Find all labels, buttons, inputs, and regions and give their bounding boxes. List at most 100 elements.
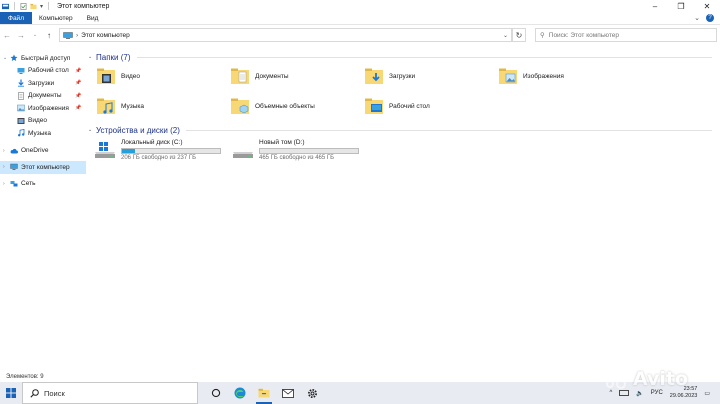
back-arrow-icon[interactable]: ← [3, 31, 11, 40]
collapse-chevron-icon[interactable]: ⌄ [88, 54, 96, 60]
tab-file[interactable]: Файл [0, 12, 32, 24]
task-view-icon [211, 388, 221, 398]
folder-icon [499, 68, 517, 84]
star-icon [10, 54, 18, 62]
status-bar: Элементов: 9 [0, 372, 720, 382]
nav-network[interactable]: › Сеть [0, 178, 86, 191]
clock-date: 29.06.2023 [669, 393, 698, 399]
drive-usage-bar [121, 147, 221, 154]
folder-3d-objects[interactable]: Объемные объекты [230, 95, 364, 117]
content-area: ⌄ Папки (7) Видео Документы Загрузки Изобра… [88, 52, 720, 161]
expand-chevron-icon[interactable]: › [3, 181, 5, 187]
help-icon[interactable]: ? [706, 14, 714, 22]
pin-icon[interactable]: 📌 [75, 93, 81, 99]
separator [14, 2, 15, 10]
nav-quick-access[interactable]: ⌄ Быстрый доступ [0, 52, 86, 65]
system-tray: ^ 🔈 РУС 23:57 29.06.2023 ▭ [609, 386, 720, 400]
language-indicator[interactable]: РУС [651, 390, 663, 396]
pin-icon[interactable]: 📌 [75, 105, 81, 111]
recent-locations-icon[interactable]: ⌄ [31, 32, 39, 38]
item-count: Элементов: 9 [6, 374, 44, 380]
folders-grid: Видео Документы Загрузки Изображения Музыка О… [96, 65, 720, 117]
address-dropdown-icon[interactable]: ⌄ [503, 32, 508, 39]
tab-computer[interactable]: Компьютер [32, 12, 80, 24]
this-pc-icon [10, 164, 18, 171]
tab-view[interactable]: Вид [80, 12, 106, 24]
maximize-button[interactable]: ❐ [668, 0, 694, 12]
drive-name: Новый том (D:) [259, 139, 305, 146]
sidebar-item-pictures[interactable]: Изображения 📌 [0, 102, 86, 115]
file-explorer-button[interactable] [252, 382, 276, 404]
up-arrow-icon[interactable]: ↑ [45, 31, 53, 40]
folder-documents[interactable]: Документы [230, 65, 364, 87]
pictures-icon [17, 105, 25, 112]
search-input[interactable] [548, 31, 699, 39]
title-bar: ▾ Этот компьютер – ❐ ✕ [0, 0, 720, 12]
collapse-chevron-icon[interactable]: ⌄ [88, 127, 96, 133]
videos-icon [17, 117, 25, 124]
search-box[interactable]: ⚲ [535, 28, 717, 42]
customize-toolbar-icon[interactable]: ▾ [40, 3, 43, 10]
collapse-chevron-icon[interactable]: ⌄ [3, 55, 7, 61]
expand-chevron-icon[interactable]: › [3, 148, 5, 154]
show-hidden-icons-icon[interactable]: ^ [609, 390, 612, 396]
folder-pictures[interactable]: Изображения [498, 65, 632, 87]
notifications-icon[interactable]: ▭ [704, 390, 710, 397]
pin-icon[interactable]: 📌 [75, 80, 81, 86]
mail-button[interactable] [276, 382, 300, 404]
new-folder-icon[interactable] [30, 3, 37, 10]
sidebar-item-downloads[interactable]: Загрузки 📌 [0, 77, 86, 90]
minimize-button[interactable]: – [642, 0, 668, 12]
drive-info: Локальный диск (C:) 206 ГБ свободно из 23… [121, 139, 221, 161]
taskbar-search-input[interactable] [44, 388, 184, 398]
close-button[interactable]: ✕ [694, 0, 720, 12]
address-separator-icon[interactable]: › [76, 32, 78, 39]
nav-item-label: Документы [28, 92, 62, 100]
address-bar[interactable]: › Этот компьютер ⌄ [59, 28, 512, 42]
file-explorer-icon [258, 388, 270, 398]
sidebar-item-documents[interactable]: Документы 📌 [0, 90, 86, 103]
expand-ribbon-icon[interactable]: ⌄ [694, 14, 700, 22]
separator [48, 2, 50, 10]
navigation-bar: ← → ⌄ ↑ › Этот компьютер ⌄ ↻ ⚲ [0, 26, 720, 44]
nav-this-pc[interactable]: › Этот компьютер [0, 161, 86, 174]
refresh-button[interactable]: ↻ [512, 28, 526, 42]
sidebar-item-desktop[interactable]: Рабочий стол 📌 [0, 65, 86, 78]
folder-icon [231, 68, 249, 84]
folders-group-header[interactable]: ⌄ Папки (7) [88, 52, 720, 62]
folder-name: Документы [255, 72, 289, 80]
drive-d[interactable]: Новый том (D:) 465 ГБ свободно из 465 ГБ [232, 139, 360, 161]
explorer-app-icon[interactable] [2, 3, 9, 10]
drive-c[interactable]: Локальный диск (C:) 206 ГБ свободно из 23… [94, 139, 222, 161]
taskbar: ^ 🔈 РУС 23:57 29.06.2023 ▭ [0, 382, 720, 404]
folder-music[interactable]: Музыка [96, 95, 230, 117]
start-button[interactable] [0, 382, 22, 404]
address-path[interactable]: Этот компьютер [81, 32, 130, 39]
forward-arrow-icon[interactable]: → [17, 31, 25, 40]
task-view-button[interactable] [204, 382, 228, 404]
window-controls: – ❐ ✕ [642, 0, 720, 12]
window-title: Этот компьютер [57, 2, 110, 10]
folder-desktop[interactable]: Рабочий стол [364, 95, 498, 117]
navigation-pane: ⌄ Быстрый доступ Рабочий стол 📌 Загрузки 📌 Д… [0, 52, 86, 368]
volume-icon[interactable]: 🔈 [636, 390, 643, 397]
pin-icon[interactable]: 📌 [75, 68, 81, 74]
network-status-icon[interactable] [619, 389, 630, 397]
nav-onedrive[interactable]: › OneDrive [0, 145, 86, 158]
settings-button[interactable] [300, 382, 324, 404]
nav-item-label: Рабочий стол [28, 67, 69, 75]
expand-chevron-icon[interactable]: › [3, 164, 5, 170]
taskbar-search-box[interactable] [22, 382, 198, 404]
properties-icon[interactable] [20, 2, 27, 10]
sidebar-item-music[interactable]: Музыка [0, 127, 86, 140]
clock[interactable]: 23:57 29.06.2023 [670, 386, 698, 400]
sidebar-item-videos[interactable]: Видео [0, 115, 86, 128]
folder-downloads[interactable]: Загрузки [364, 65, 498, 87]
edge-button[interactable] [228, 382, 252, 404]
drives-group-header[interactable]: ⌄ Устройства и диски (2) [88, 125, 720, 135]
nav-item-label: Изображения [28, 104, 69, 112]
mail-icon [282, 388, 294, 398]
folder-name: Изображения [523, 72, 564, 80]
clock-time: 23:57 [683, 386, 698, 392]
folder-video[interactable]: Видео [96, 65, 230, 87]
